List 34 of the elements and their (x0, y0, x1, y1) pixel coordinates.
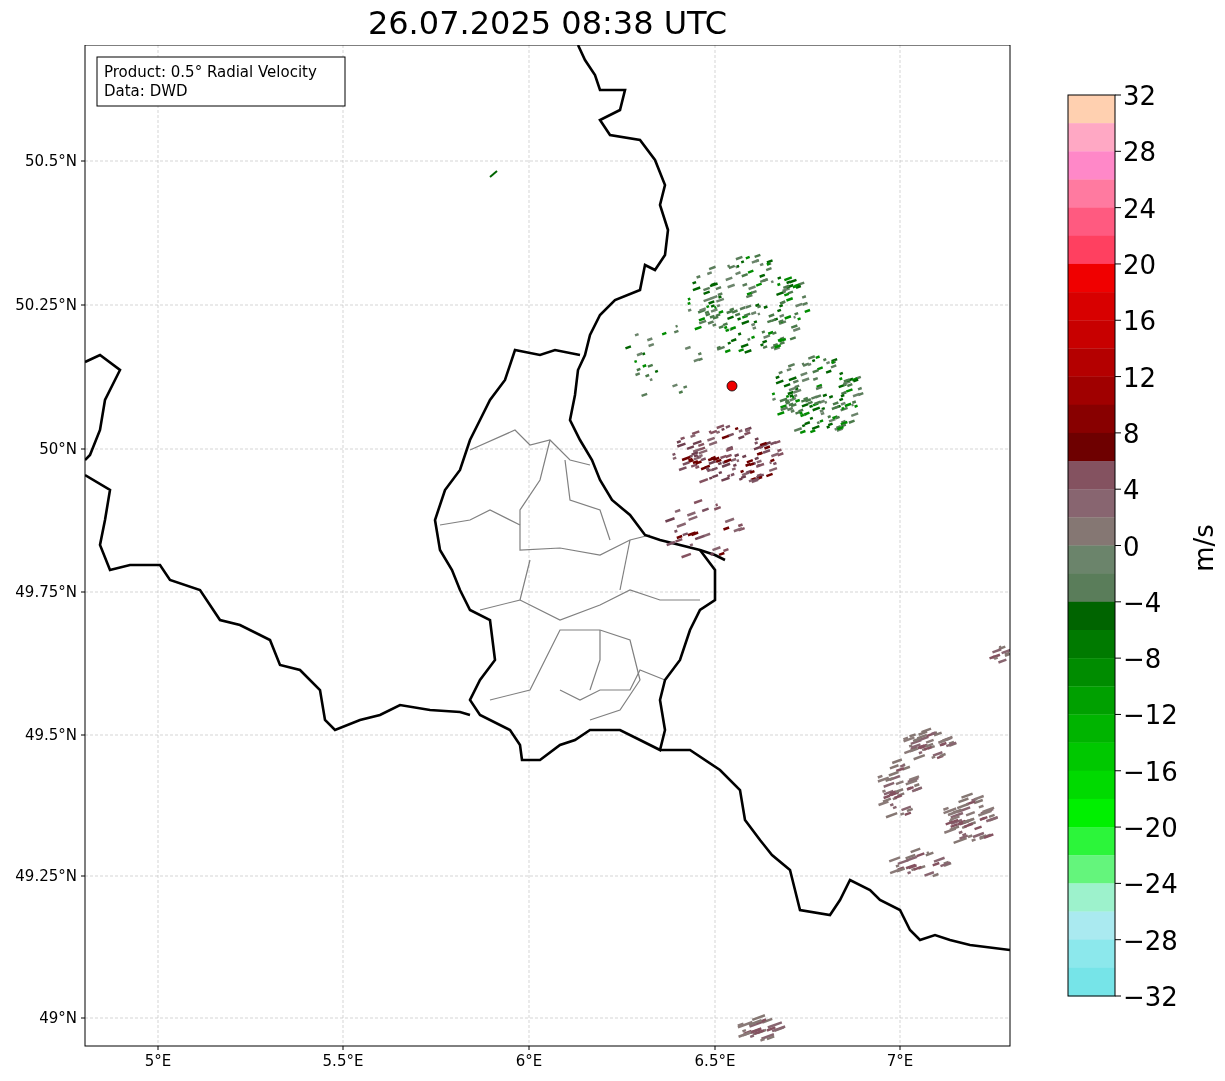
y-tick-label: 50.25°N (15, 296, 77, 314)
colorbar-tick-label: 8 (1123, 418, 1140, 449)
chart-title: 26.07.2025 08:38 UTC (366, 2, 729, 44)
y-tick-label: 49.75°N (15, 583, 77, 601)
y-tick-label: 50.5°N (24, 152, 77, 170)
colorbar-tick-label: −8 (1123, 644, 1162, 675)
colorbar-label: m/s (1189, 524, 1219, 572)
colorbar-tick-label: 4 (1123, 475, 1140, 506)
colorbar-tick-label: 12 (1123, 362, 1157, 393)
colorbar-tick-label: 28 (1123, 137, 1157, 168)
colorbar-tick-label: 0 (1123, 531, 1140, 562)
x-tick-label: 6.5°E (694, 1052, 736, 1070)
colorbar-tick-label: −12 (1123, 700, 1178, 731)
y-tick-label: 49.5°N (24, 726, 77, 744)
colorbar-tick-label: −20 (1123, 813, 1178, 844)
colorbar-tick-label: −24 (1123, 869, 1178, 900)
colorbar-tick-label: 20 (1123, 249, 1157, 280)
info-text: Data: DWD (104, 82, 188, 100)
x-tick-label: 6°E (515, 1052, 543, 1070)
info-text: Product: 0.5° Radial Velocity (104, 63, 317, 81)
x-tick-label: 5°E (144, 1052, 172, 1070)
colorbar-tick-label: −16 (1123, 756, 1178, 787)
x-tick-label: 5.5°E (322, 1052, 364, 1070)
colorbar-tick-label: 16 (1123, 306, 1157, 337)
y-tick-label: 50°N (39, 440, 77, 458)
x-tick-label: 7°E (886, 1052, 914, 1070)
colorbar-tick-label: −32 (1123, 982, 1178, 1012)
colorbar-tick-label: 24 (1123, 193, 1157, 224)
colorbar-tick-label: 32 (1123, 81, 1157, 111)
y-tick-label: 49.25°N (15, 867, 77, 885)
y-tick-label: 49°N (39, 1009, 77, 1027)
colorbar-tick-label: −28 (1123, 925, 1178, 956)
colorbar-tick-label: −4 (1123, 587, 1162, 618)
radar-site-marker (726, 380, 738, 392)
